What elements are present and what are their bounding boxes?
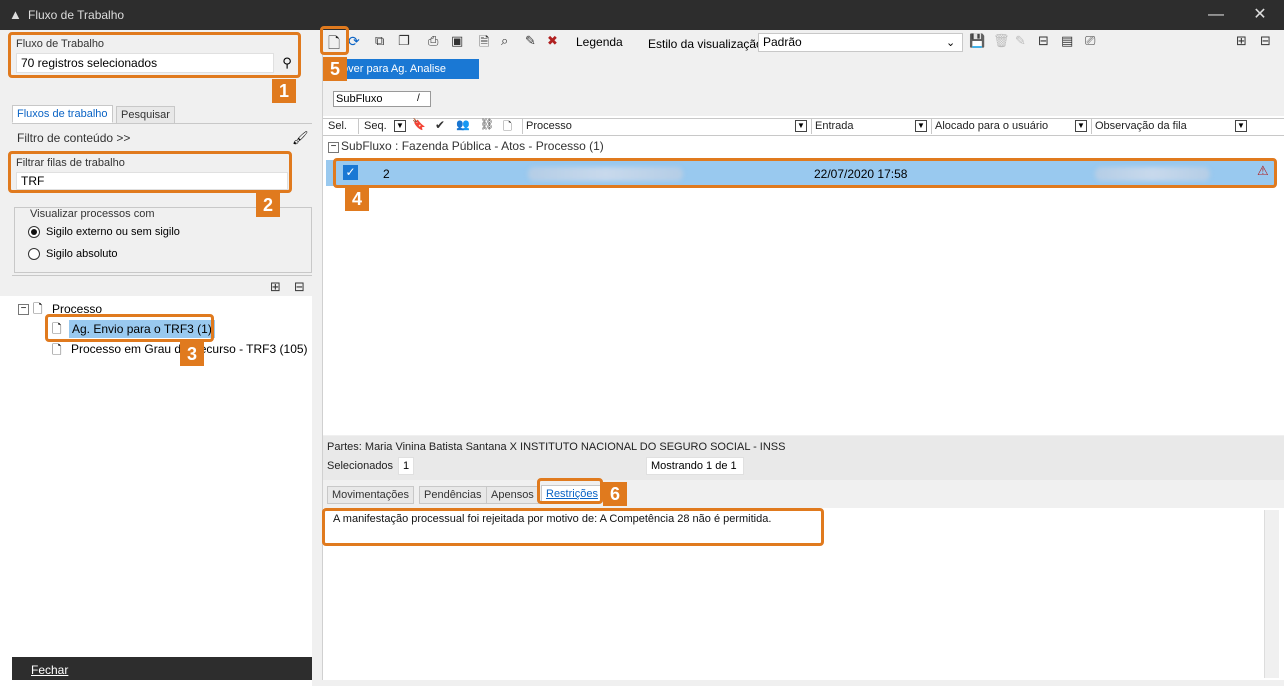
callout-badge-4: 4 [345, 187, 369, 211]
chevron-down-icon[interactable]: ▼ [795, 120, 807, 132]
radio-sigilo-externo[interactable] [28, 226, 40, 238]
visibility-group-title: Visualizar processos com [28, 208, 157, 220]
content-filter-link[interactable]: Filtro de conteúdo >> [17, 131, 130, 145]
col-observacao[interactable]: Observação da fila [1091, 118, 1235, 134]
bookmark-icon[interactable]: 🔖 [412, 118, 426, 131]
callout-box-5 [320, 26, 349, 55]
details-scrollbar[interactable] [1264, 510, 1279, 678]
chevron-down-icon[interactable]: ▼ [915, 120, 927, 132]
tree-divider [12, 275, 312, 276]
windows-icon[interactable]: ❐ [398, 33, 410, 49]
callout-box-2 [8, 151, 292, 193]
tab-apensos[interactable]: Apensos [486, 486, 539, 504]
comment-icon[interactable]: ✎ [525, 33, 536, 49]
showing-count: Mostrando 1 de 1 [646, 457, 744, 475]
collapse-tree-icon[interactable]: ⊟ [294, 279, 305, 295]
tree-collapse-toggle[interactable]: − [18, 304, 29, 315]
print-icon[interactable]: ⎙ [428, 33, 438, 49]
col-alocado[interactable]: Alocado para o usuário [931, 118, 1075, 134]
zoom-document-icon[interactable]: ⌕ [501, 33, 508, 49]
callout-badge-3: 3 [180, 342, 204, 366]
view-style-label: Estilo da visualização [648, 37, 763, 51]
minimize-button[interactable]: — [1198, 4, 1234, 26]
expand-tree-icon[interactable]: ⊞ [270, 279, 281, 295]
tab-pesquisar[interactable]: Pesquisar [116, 106, 175, 124]
save-copy-icon[interactable]: ▣ [451, 33, 463, 49]
col-seq[interactable]: Seq. [361, 118, 393, 134]
callout-box-6 [537, 478, 603, 504]
col-entrada[interactable]: Entrada [811, 118, 915, 134]
left-panel: Fluxo de Trabalho 70 registros seleciona… [0, 30, 323, 686]
export-icon[interactable]: ⎚ [1085, 33, 1095, 49]
chevron-down-icon[interactable]: ▼ [1235, 120, 1247, 132]
brush-icon[interactable]: 🖌 [292, 130, 309, 146]
edit-icon[interactable]: ✎ [1015, 33, 1026, 49]
users-icon[interactable]: 👥 [456, 118, 470, 131]
col-sel[interactable]: Sel. [325, 118, 359, 134]
columns-icon[interactable]: ⊟ [1038, 33, 1049, 49]
tab-fluxos-de-trabalho[interactable]: Fluxos de trabalho [12, 105, 113, 123]
chevron-down-icon[interactable]: ▼ [1075, 120, 1087, 132]
col-processo[interactable]: Processo [522, 118, 796, 134]
callout-badge-1: 1 [272, 79, 296, 103]
tab-divider [12, 123, 312, 124]
radio-sigilo-absoluto-label: Sigilo absoluto [46, 248, 118, 260]
close-button[interactable]: Fechar [31, 663, 68, 677]
action-banner-text: over para Ag. Analise [342, 63, 446, 75]
callout-box-4 [333, 158, 1277, 188]
selected-count: 1 [398, 457, 414, 475]
document-icon: 🗋 [52, 343, 62, 357]
legend-link[interactable]: Legenda [576, 35, 623, 49]
close-window-button[interactable]: ✕ [1242, 4, 1278, 26]
expand-tree-icon[interactable]: ⊞ [1236, 33, 1247, 49]
callout-badge-2: 2 [256, 193, 280, 217]
window-title: Fluxo de Trabalho [28, 8, 125, 22]
group-collapse-toggle[interactable]: − [328, 142, 339, 153]
callout-badge-5: 5 [323, 57, 347, 81]
copy-icon[interactable]: ⧉ [375, 33, 384, 49]
trash-icon[interactable]: 🗑 [993, 33, 1010, 49]
chevron-down-icon[interactable]: ▼ [394, 120, 406, 132]
title-bar: ▲ Fluxo de Trabalho — ✕ [0, 0, 1284, 30]
view-style-select[interactable]: Padrão [758, 33, 963, 52]
tab-pendencias[interactable]: Pendências [419, 486, 487, 504]
callout-box-3 [45, 314, 214, 342]
save-icon[interactable]: 💾 [969, 33, 985, 49]
selected-label: Selecionados [327, 460, 394, 472]
collapse-tree-icon[interactable]: ⊟ [1260, 33, 1271, 49]
group-row[interactable]: SubFluxo : Fazenda Pública - Atos - Proc… [341, 139, 604, 153]
callout-box-1 [8, 32, 301, 78]
app-logo-icon: ▲ [9, 7, 22, 22]
callout-badge-6: 6 [603, 482, 627, 506]
tab-movimentacoes[interactable]: Movimentações [327, 486, 415, 504]
document-add-icon[interactable]: 🗎 [479, 33, 489, 55]
remove-comment-icon[interactable]: ✖ [547, 33, 558, 49]
chevron-down-icon[interactable]: ⌄ [946, 36, 955, 49]
grid-groupbar [323, 80, 1284, 116]
refresh-icon[interactable]: ⟳ [348, 33, 360, 50]
group-by-label: SubFluxo [336, 93, 383, 105]
check-icon[interactable]: ✔ [435, 118, 445, 132]
document-icon: 🗋 [33, 302, 43, 316]
radio-sigilo-absoluto[interactable] [28, 248, 40, 260]
radio-sigilo-externo-label: Sigilo externo ou sem sigilo [46, 226, 180, 238]
document-icon[interactable]: 🗋 [503, 118, 512, 137]
view-style-value: Padrão [763, 35, 802, 49]
callout-box-6-text [322, 508, 824, 546]
group-sort-icon[interactable]: / [417, 93, 420, 104]
link-icon[interactable]: ⛓ [480, 118, 494, 131]
partes-text: Partes: Maria Vinina Batista Santana X I… [327, 441, 786, 453]
report-icon[interactable]: ▤ [1061, 33, 1073, 49]
